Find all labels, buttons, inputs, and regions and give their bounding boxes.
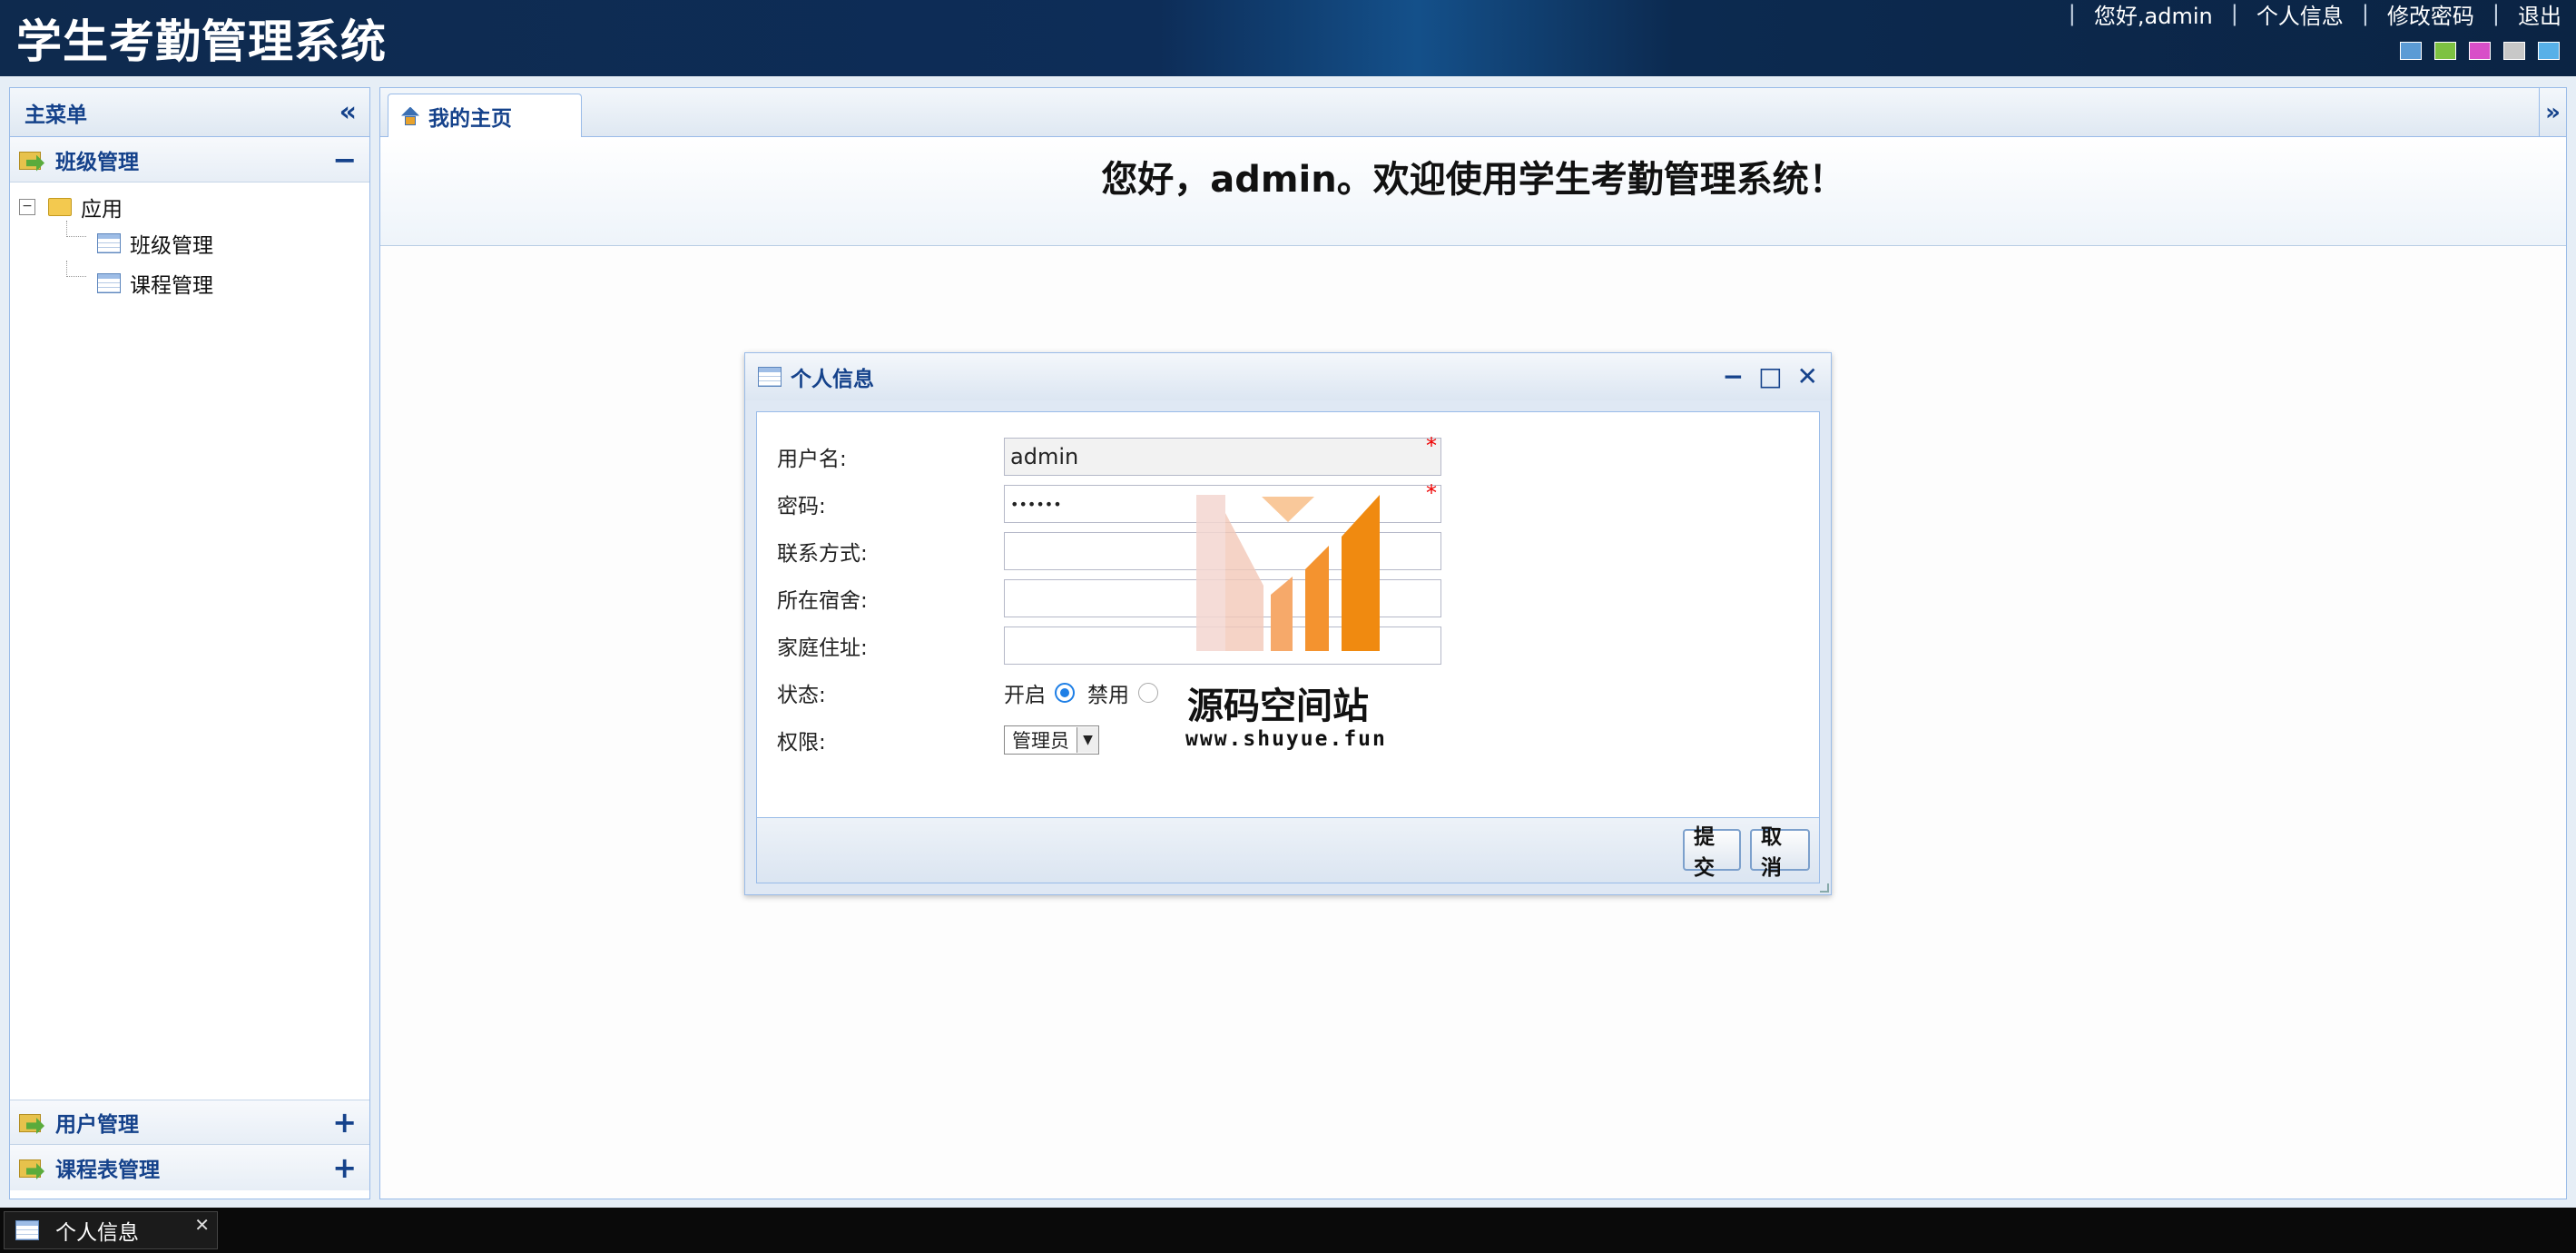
- theme-swatch-gray[interactable]: [2503, 42, 2525, 60]
- tab-label: 我的主页: [428, 106, 512, 131]
- form-row-role: 权限: 管理员 ▼: [777, 721, 1099, 759]
- folder-arrow-icon: [19, 148, 44, 172]
- watermark-url: www.shuyue.fun: [1185, 727, 1387, 751]
- collapse-panel-icon[interactable]: −: [332, 145, 357, 174]
- top-nav: | 您好,admin | 个人信息 | 修改密码 | 退出: [2050, 0, 2561, 30]
- change-password-link[interactable]: 修改密码: [2387, 0, 2474, 30]
- field-value: ••••••: [1010, 495, 1062, 513]
- grid-icon: [97, 233, 121, 253]
- welcome-banner: 您好，admin。欢迎使用学生考勤管理系统！: [380, 137, 2566, 246]
- submit-button[interactable]: 提交: [1683, 825, 1741, 880]
- collapse-sidebar-icon[interactable]: «: [339, 96, 357, 128]
- field-label: 密码:: [777, 495, 826, 518]
- field-label: 家庭住址:: [777, 636, 868, 660]
- field-label: 权限:: [777, 731, 826, 755]
- menu-tree: − 应用 班级管理 课程管理: [10, 183, 369, 1098]
- username-field[interactable]: admin *: [1004, 433, 1441, 476]
- close-icon[interactable]: ✕: [1797, 364, 1818, 390]
- tab-scroll-icon[interactable]: »: [2539, 88, 2566, 137]
- field-value: admin: [1010, 444, 1079, 469]
- tree-node-label: 班级管理: [130, 234, 213, 258]
- tree-node-root[interactable]: − 应用: [19, 192, 123, 222]
- nav-separator: |: [2492, 1, 2500, 26]
- tree-node-class-management[interactable]: 班级管理: [97, 228, 213, 259]
- theme-swatch-green[interactable]: [2434, 42, 2456, 60]
- taskbar: 个人信息 ✕: [0, 1208, 2576, 1253]
- tree-node-label: 课程管理: [130, 274, 213, 298]
- field-label: 所在宿舍:: [777, 589, 868, 613]
- panel-class-management[interactable]: 班级管理 −: [10, 137, 369, 183]
- watermark-name: 源码空间站: [1187, 686, 1369, 727]
- panel-label: 课程表管理: [55, 1159, 160, 1182]
- resize-grip-icon[interactable]: [1820, 883, 1829, 893]
- form-row-status: 状态: 开启 禁用: [777, 674, 1171, 712]
- theme-swatch-blue[interactable]: [2400, 42, 2422, 60]
- watermark-logo: [1196, 495, 1380, 651]
- theme-swatch-lightblue[interactable]: [2538, 42, 2560, 60]
- taskbar-item-label: 个人信息: [55, 1221, 139, 1245]
- status-option-label: 开启: [1004, 684, 1046, 707]
- welcome-text: 您好，admin。欢迎使用学生考勤管理系统！: [1101, 159, 1845, 201]
- field-label: 联系方式:: [777, 542, 868, 566]
- home-icon: [401, 106, 419, 125]
- role-select[interactable]: 管理员 ▼: [1004, 725, 1099, 755]
- form-row-username: 用户名: admin *: [777, 433, 1441, 476]
- theme-swatch-pink[interactable]: [2469, 42, 2491, 60]
- sidebar-title: 主菜单: [25, 103, 87, 127]
- panel-label: 班级管理: [55, 150, 139, 174]
- tree-node-course-management[interactable]: 课程管理: [97, 268, 213, 299]
- field-label: 用户名:: [777, 448, 847, 471]
- app-title: 学生考勤管理系统: [16, 15, 387, 68]
- select-value: 管理员: [1012, 730, 1069, 752]
- dialog-footer: 提交 取消: [756, 818, 1820, 883]
- tab-home[interactable]: 我的主页: [388, 94, 582, 137]
- nav-separator: |: [2068, 1, 2076, 26]
- maximize-icon[interactable]: □: [1758, 364, 1782, 390]
- theme-switcher: [2400, 42, 2560, 60]
- expand-panel-icon[interactable]: +: [332, 1108, 357, 1137]
- cancel-button[interactable]: 取消: [1750, 825, 1810, 880]
- panel-label: 用户管理: [55, 1113, 139, 1137]
- status-enabled-radio[interactable]: [1055, 683, 1075, 703]
- required-mark: *: [1426, 480, 1437, 506]
- expand-panel-icon[interactable]: +: [332, 1153, 357, 1182]
- nav-separator: |: [2361, 1, 2369, 26]
- tab-strip: 我的主页 »: [380, 88, 2566, 137]
- dropdown-arrow-icon[interactable]: ▼: [1077, 727, 1098, 753]
- greeting-link[interactable]: 您好,admin: [2094, 0, 2213, 30]
- required-mark: *: [1426, 433, 1437, 459]
- tree-node-label: 应用: [81, 198, 123, 222]
- logout-link[interactable]: 退出: [2518, 0, 2561, 30]
- watermark: 源码空间站 www.shuyue.fun: [1180, 495, 1398, 758]
- app-header: 学生考勤管理系统 | 您好,admin | 个人信息 | 修改密码 | 退出: [0, 0, 2576, 76]
- status-option-label: 禁用: [1087, 684, 1129, 707]
- sidebar: 主菜单 « 班级管理 − − 应用 班级管理 课程管理 用户管理 + 课程表管理…: [9, 87, 370, 1199]
- grid-icon: [97, 273, 121, 293]
- folder-arrow-icon: [19, 1156, 44, 1179]
- panel-user-management[interactable]: 用户管理 +: [10, 1100, 369, 1145]
- minimize-icon[interactable]: −: [1723, 364, 1744, 390]
- grid-icon: [15, 1220, 39, 1240]
- nav-separator: |: [2230, 1, 2238, 26]
- dialog-header[interactable]: 个人信息 − □ ✕: [745, 353, 1831, 400]
- tree-toggle-icon[interactable]: −: [19, 199, 35, 215]
- profile-link[interactable]: 个人信息: [2256, 0, 2344, 30]
- close-icon[interactable]: ✕: [194, 1214, 210, 1236]
- dialog-title: 个人信息: [791, 368, 874, 391]
- status-disabled-radio[interactable]: [1138, 683, 1158, 703]
- folder-arrow-icon: [19, 1110, 44, 1134]
- taskbar-item-profile[interactable]: 个人信息 ✕: [4, 1211, 218, 1249]
- grid-icon: [758, 367, 782, 387]
- panel-schedule-management[interactable]: 课程表管理 +: [10, 1145, 369, 1190]
- folder-icon: [48, 198, 72, 216]
- sidebar-header: 主菜单 «: [10, 88, 369, 137]
- field-label: 状态:: [777, 684, 826, 707]
